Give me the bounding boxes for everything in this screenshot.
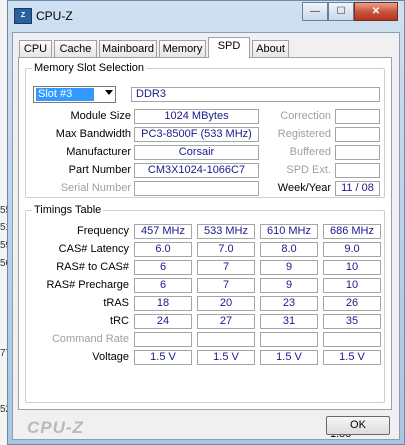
timing-value-cell: 10 — [323, 260, 381, 275]
registered-label: Registered — [277, 128, 331, 140]
timing-value-cell: 23 — [260, 296, 318, 311]
chevron-down-icon — [105, 90, 113, 95]
timing-value-cell: 9 — [260, 260, 318, 275]
title-bar[interactable]: Z CPU-Z — ☐ ✕ — [8, 1, 404, 31]
tab-about[interactable]: About — [252, 40, 289, 57]
timing-row-label: Frequency — [77, 225, 129, 237]
slot-select[interactable]: Slot #3 — [33, 86, 116, 103]
timing-row-label: RAS# Precharge — [46, 279, 129, 291]
timing-row-label: tRC — [110, 315, 129, 327]
timing-value-cell: 533 MHz — [197, 224, 255, 239]
timing-value-cell: 10 — [323, 278, 381, 293]
tab-memory[interactable]: Memory — [159, 40, 206, 57]
timing-value-cell: 610 MHz — [260, 224, 318, 239]
timing-value-cell — [134, 332, 192, 347]
memory-slot-group: Memory Slot Selection Slot #3 DDR3 Modul… — [25, 62, 385, 198]
tab-cpu[interactable]: CPU — [19, 40, 52, 57]
timing-value-cell: 1.5 V — [134, 350, 192, 365]
spd-ext-field — [335, 163, 380, 178]
timing-row-label: Command Rate — [51, 333, 129, 345]
registered-field — [335, 127, 380, 142]
minimize-button[interactable]: — — [302, 2, 328, 21]
buffered-field — [335, 145, 380, 160]
timing-value-cell: 27 — [197, 314, 255, 329]
timing-value-cell: 20 — [197, 296, 255, 311]
maximize-button[interactable]: ☐ — [328, 2, 354, 21]
timing-value-cell: 1.5 V — [197, 350, 255, 365]
correction-label: Correction — [280, 110, 331, 122]
window-title: CPU-Z — [36, 9, 73, 23]
cpuz-window: Z CPU-Z — ☐ ✕ CPU Cache Mainboard Memory… — [7, 0, 405, 445]
group-title: Timings Table — [32, 204, 104, 216]
module-size-field: 1024 MBytes — [134, 109, 259, 124]
timing-row-label: Voltage — [92, 351, 129, 363]
spd-ext-label: SPD Ext. — [286, 164, 331, 176]
timings-group: Timings Table Frequency 457 MHz 533 MHz 610… — [25, 204, 385, 403]
max-bandwidth-label: Max Bandwidth — [55, 128, 131, 140]
timing-value-cell: 31 — [260, 314, 318, 329]
timing-value-cell: 1.5 V — [323, 350, 381, 365]
timing-value-cell: 35 — [323, 314, 381, 329]
manufacturer-field: Corsair — [134, 145, 259, 160]
buffered-label: Buffered — [289, 146, 331, 158]
tab-mainboard[interactable]: Mainboard — [99, 40, 157, 57]
module-size-label: Module Size — [70, 110, 131, 122]
max-bandwidth-field: PC3-8500F (533 MHz) — [134, 127, 259, 142]
ok-button[interactable]: OK — [326, 416, 390, 435]
correction-field — [335, 109, 380, 124]
tab-cache[interactable]: Cache — [54, 40, 97, 57]
week-year-label: Week/Year — [277, 182, 331, 194]
slot-selected-value: Slot #3 — [36, 88, 94, 101]
part-number-field: CM3X1024-1066C7 — [134, 163, 259, 178]
cpuz-logo: CPU-Z — [27, 418, 84, 437]
timing-value-cell — [323, 332, 381, 347]
timing-value-cell: 6 — [134, 278, 192, 293]
timing-value-cell: 457 MHz — [134, 224, 192, 239]
timing-value-cell: 8.0 — [260, 242, 318, 257]
timing-value-cell: 6.0 — [134, 242, 192, 257]
serial-number-field — [134, 181, 259, 196]
timing-value-cell: 7 — [197, 260, 255, 275]
timing-value-cell: 18 — [134, 296, 192, 311]
part-number-label: Part Number — [68, 164, 131, 176]
timing-value-cell: 1.5 V — [260, 350, 318, 365]
timing-row-label: CAS# Latency — [58, 243, 129, 255]
timing-value-cell — [197, 332, 255, 347]
timing-value-cell: 26 — [323, 296, 381, 311]
serial-number-label: Serial Number — [60, 182, 131, 194]
tab-spd[interactable]: SPD — [208, 37, 250, 58]
group-title: Memory Slot Selection — [32, 62, 147, 74]
timing-value-cell: 6 — [134, 260, 192, 275]
app-icon: Z — [14, 8, 32, 24]
manufacturer-label: Manufacturer — [66, 146, 131, 158]
week-year-field: 11 / 08 — [335, 181, 380, 196]
timing-row-label: tRAS — [103, 297, 129, 309]
timing-value-cell: 686 MHz — [323, 224, 381, 239]
timing-value-cell: 24 — [134, 314, 192, 329]
spd-page: Memory Slot Selection Slot #3 DDR3 Modul… — [18, 57, 392, 440]
memory-type-field: DDR3 — [131, 87, 380, 102]
client-area: CPU Cache Mainboard Memory SPD About Mem… — [12, 32, 400, 440]
timing-value-cell: 7.0 — [197, 242, 255, 257]
close-button[interactable]: ✕ — [354, 2, 398, 21]
timing-row-label: RAS# to CAS# — [56, 261, 129, 273]
timing-value-cell: 7 — [197, 278, 255, 293]
timing-value-cell: 9 — [260, 278, 318, 293]
timing-value-cell: 9.0 — [323, 242, 381, 257]
timing-value-cell — [260, 332, 318, 347]
